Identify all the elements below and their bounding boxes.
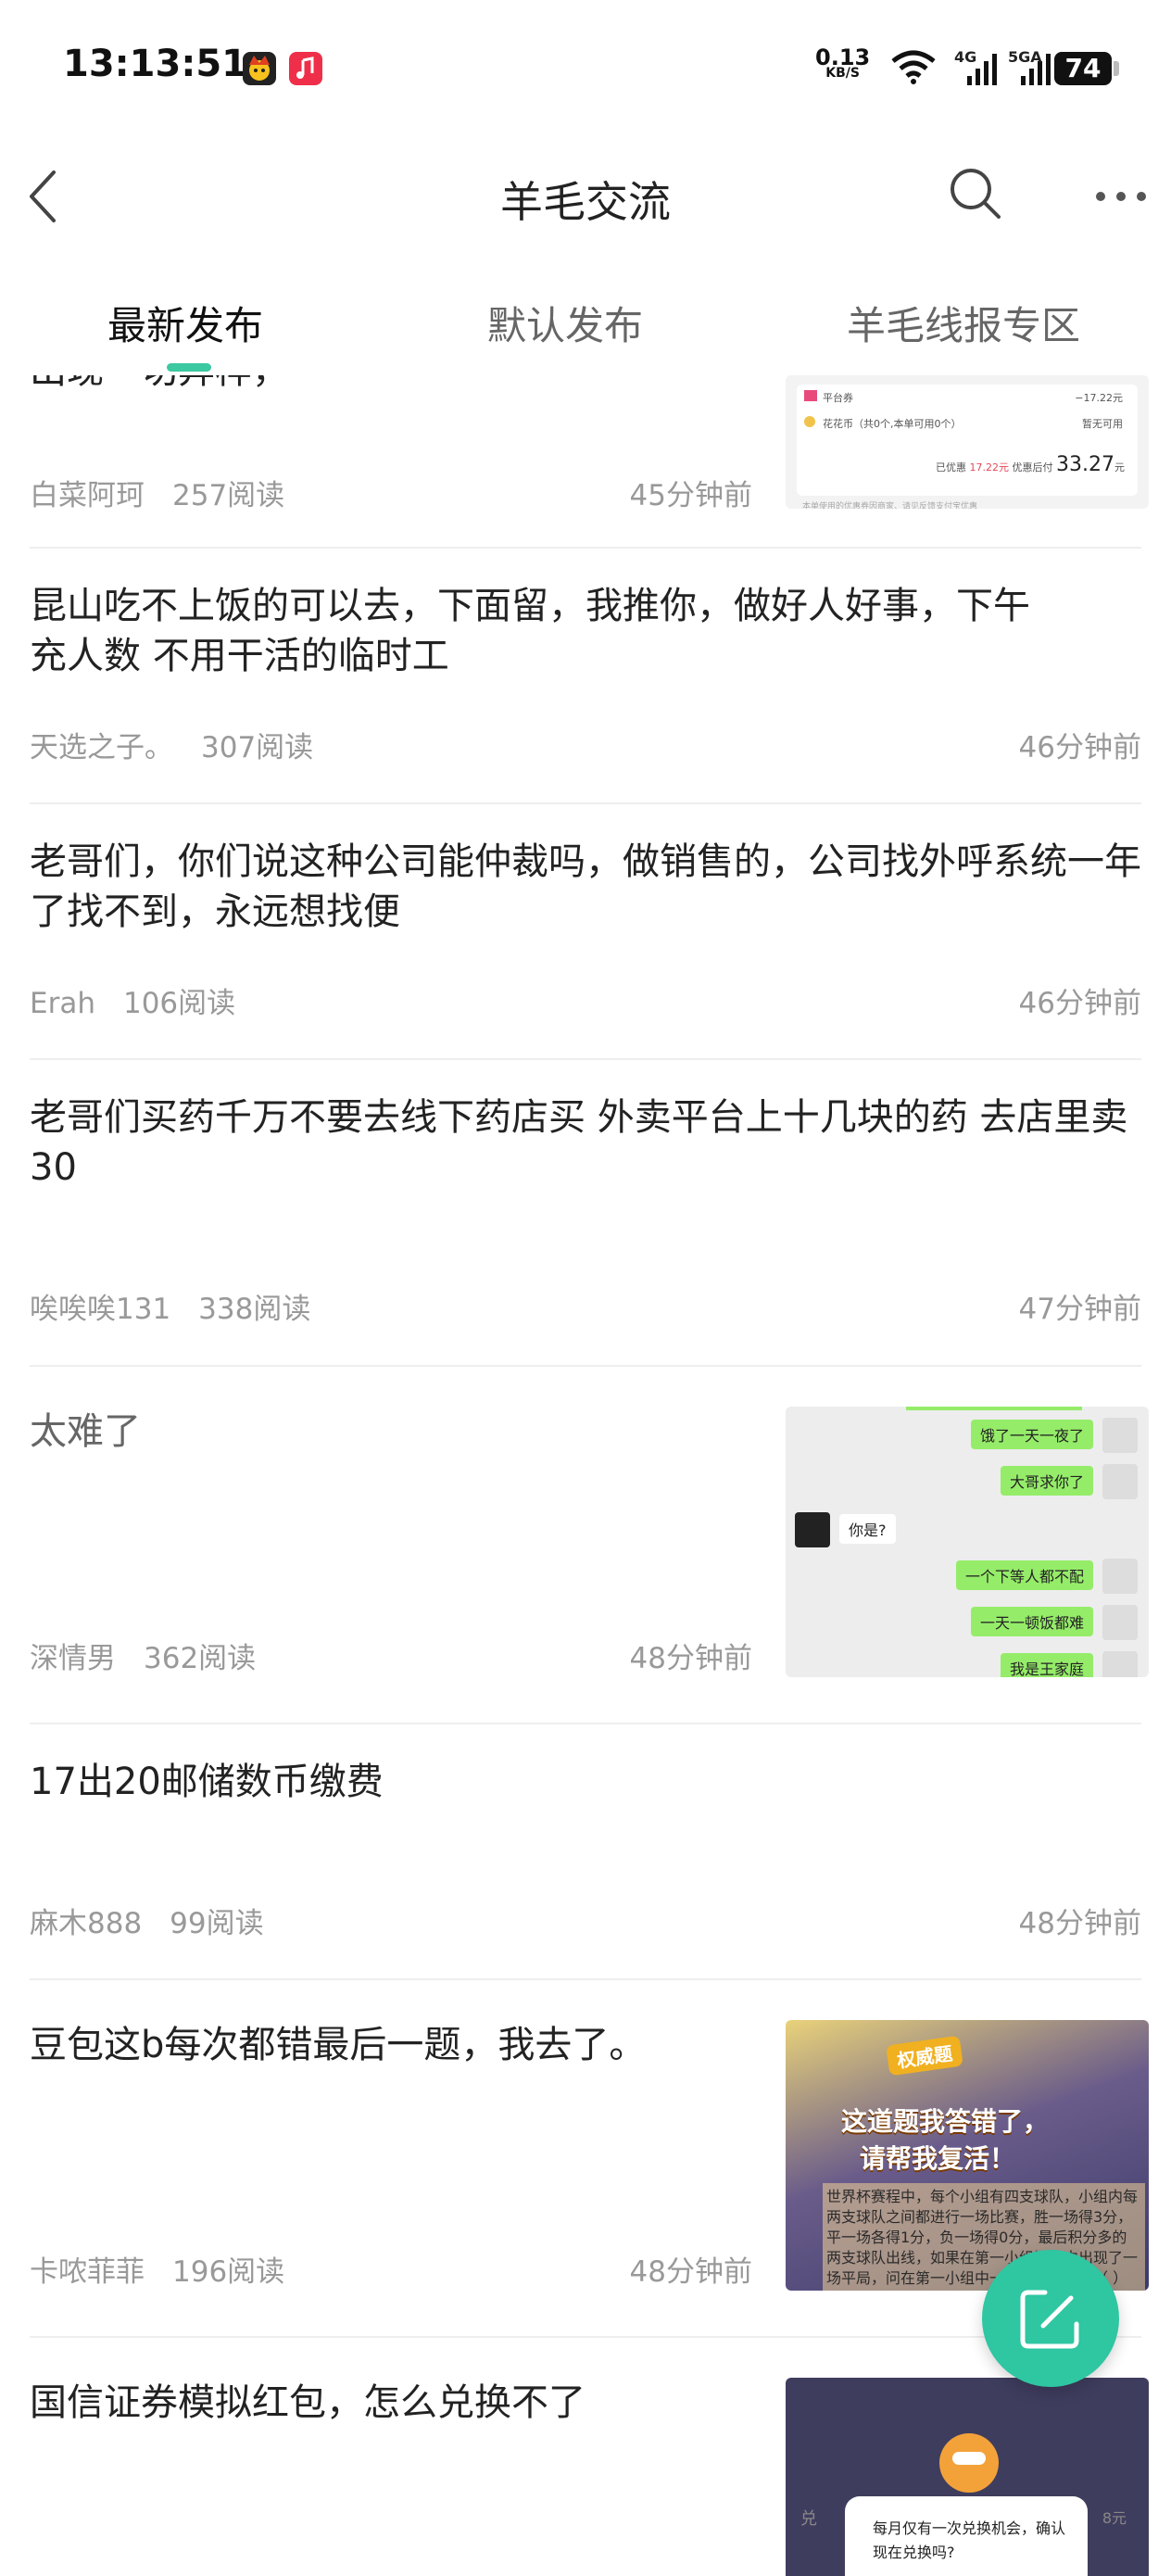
post-meta: 白菜阿珂 257阅读: [30, 472, 312, 513]
post-time: 48分钟前: [1018, 1907, 1141, 1940]
post-thumbnail[interactable]: 饿了一天一夜了 大哥求你了 你是? 一个下等人都不配 一天一顿饭都难 我是王家庭: [786, 1407, 1149, 1677]
post-time: 48分钟前: [629, 1642, 752, 1675]
post-time: 48分钟前: [629, 2255, 752, 2289]
tab-indicator: [167, 363, 211, 372]
post-meta: 麻木888 99阅读: [30, 1900, 292, 1941]
music-app-icon: [289, 52, 322, 85]
post-author: 唉唉唉131: [30, 1293, 171, 1326]
signal-5g-icon: 5GA: [1008, 48, 1054, 91]
edit-icon: [1020, 2290, 1079, 2349]
tab-deals[interactable]: 羊毛线报专区: [847, 295, 1080, 351]
network-speed: 0.13 KB/S: [815, 44, 871, 81]
post-title: 太难了: [30, 1410, 141, 1453]
post-author: 天选之子。: [30, 731, 173, 764]
post-time: 46分钟前: [1018, 987, 1141, 1020]
post-reads: 307阅读: [201, 731, 314, 764]
post-reads: 338阅读: [198, 1293, 311, 1326]
search-icon[interactable]: [945, 163, 1004, 226]
more-icon[interactable]: [1093, 185, 1149, 211]
list-item[interactable]: 老哥们，你们说这种公司能仲裁吗，做销售的，公司找外呼系统一年了找不到，永远想找便…: [0, 803, 1171, 1058]
post-thumbnail[interactable]: 兑 8元 每月仅有一次兑换机会，确认现在兑换吗?: [786, 2378, 1149, 2576]
tab-default[interactable]: 默认发布: [487, 295, 643, 351]
post-author: 麻木888: [30, 1907, 143, 1940]
post-title: 国信证券模拟红包，怎么兑换不了: [30, 2381, 586, 2424]
post-meta: 唉唉唉131 338阅读: [30, 1285, 338, 1327]
post-title: 老哥们买药千万不要去线下药店买 外卖平台上十几块的药 去店里卖30: [30, 1096, 1128, 1189]
compose-button[interactable]: [982, 2250, 1119, 2387]
battery-indicator: 74: [1054, 52, 1119, 85]
post-reads: 362阅读: [144, 1642, 257, 1675]
status-bar: 13:13:51 0.13 KB/S 4G 5GA 74: [0, 0, 1171, 139]
post-reads: 106阅读: [122, 987, 236, 1020]
post-reads: 257阅读: [172, 479, 285, 512]
post-time: 45分钟前: [629, 479, 752, 512]
post-time: 46分钟前: [1018, 731, 1141, 764]
list-item[interactable]: 太难了 深情男 362阅读 48分钟前 饿了一天一夜了 大哥求你了 你是? 一个下…: [0, 1366, 1171, 1723]
post-author: 深情男: [30, 1642, 116, 1675]
post-reads: 99阅读: [170, 1907, 264, 1940]
post-meta: 深情男 362阅读: [30, 1635, 283, 1676]
list-item[interactable]: 17出20邮储数币缴费 麻木888 99阅读 48分钟前: [0, 1724, 1171, 1978]
signal-4g-icon: 4G: [954, 48, 1001, 91]
post-title: 老哥们，你们说这种公司能仲裁吗，做销售的，公司找外呼系统一年了找不到，永远想找便: [30, 840, 1141, 933]
post-thumbnail[interactable]: 平台券 −17.22元 花花币（共0个,本单可用0个） 暂无可用 已优惠 17.…: [786, 375, 1149, 509]
post-title: 出现一切异样，: [30, 375, 734, 396]
game-app-icon: [243, 52, 276, 85]
post-reads: 196阅读: [172, 2255, 285, 2289]
list-item[interactable]: 老哥们买药千万不要去线下药店买 外卖平台上十几块的药 去店里卖30 唉唉唉131…: [0, 1059, 1171, 1365]
post-author: 卡哝菲菲: [30, 2255, 145, 2289]
post-time: 47分钟前: [1018, 1293, 1141, 1326]
list-item[interactable]: 出现一切异样， 白菜阿珂 257阅读 45分钟前 平台券 −17.22元 花花币（…: [0, 375, 1171, 551]
wifi-icon: [889, 48, 938, 89]
post-meta: 天选之子。 307阅读: [30, 724, 341, 765]
tab-latest[interactable]: 最新发布: [107, 295, 263, 351]
post-author: 白菜阿珂: [30, 479, 145, 512]
post-list[interactable]: 出现一切异样， 白菜阿珂 257阅读 45分钟前 平台券 −17.22元 花花币（…: [0, 375, 1171, 2576]
post-title: 17出20邮储数币缴费: [30, 1761, 384, 1803]
post-title: 昆山吃不上饭的可以去，下面留，我推你，做好人好事，下午充人数 不用干活的临时工: [30, 585, 1030, 677]
post-meta: Erah 106阅读: [30, 979, 263, 1021]
post-author: Erah: [30, 987, 95, 1020]
clock: 13:13:51: [63, 43, 247, 85]
list-item[interactable]: 昆山吃不上饭的可以去，下面留，我推你，做好人好事，下午充人数 不用干活的临时工 …: [0, 548, 1171, 802]
post-title: 豆包这b每次都错最后一题，我去了。: [30, 2024, 647, 2066]
post-meta: 卡哝菲菲 196阅读: [30, 2248, 312, 2290]
